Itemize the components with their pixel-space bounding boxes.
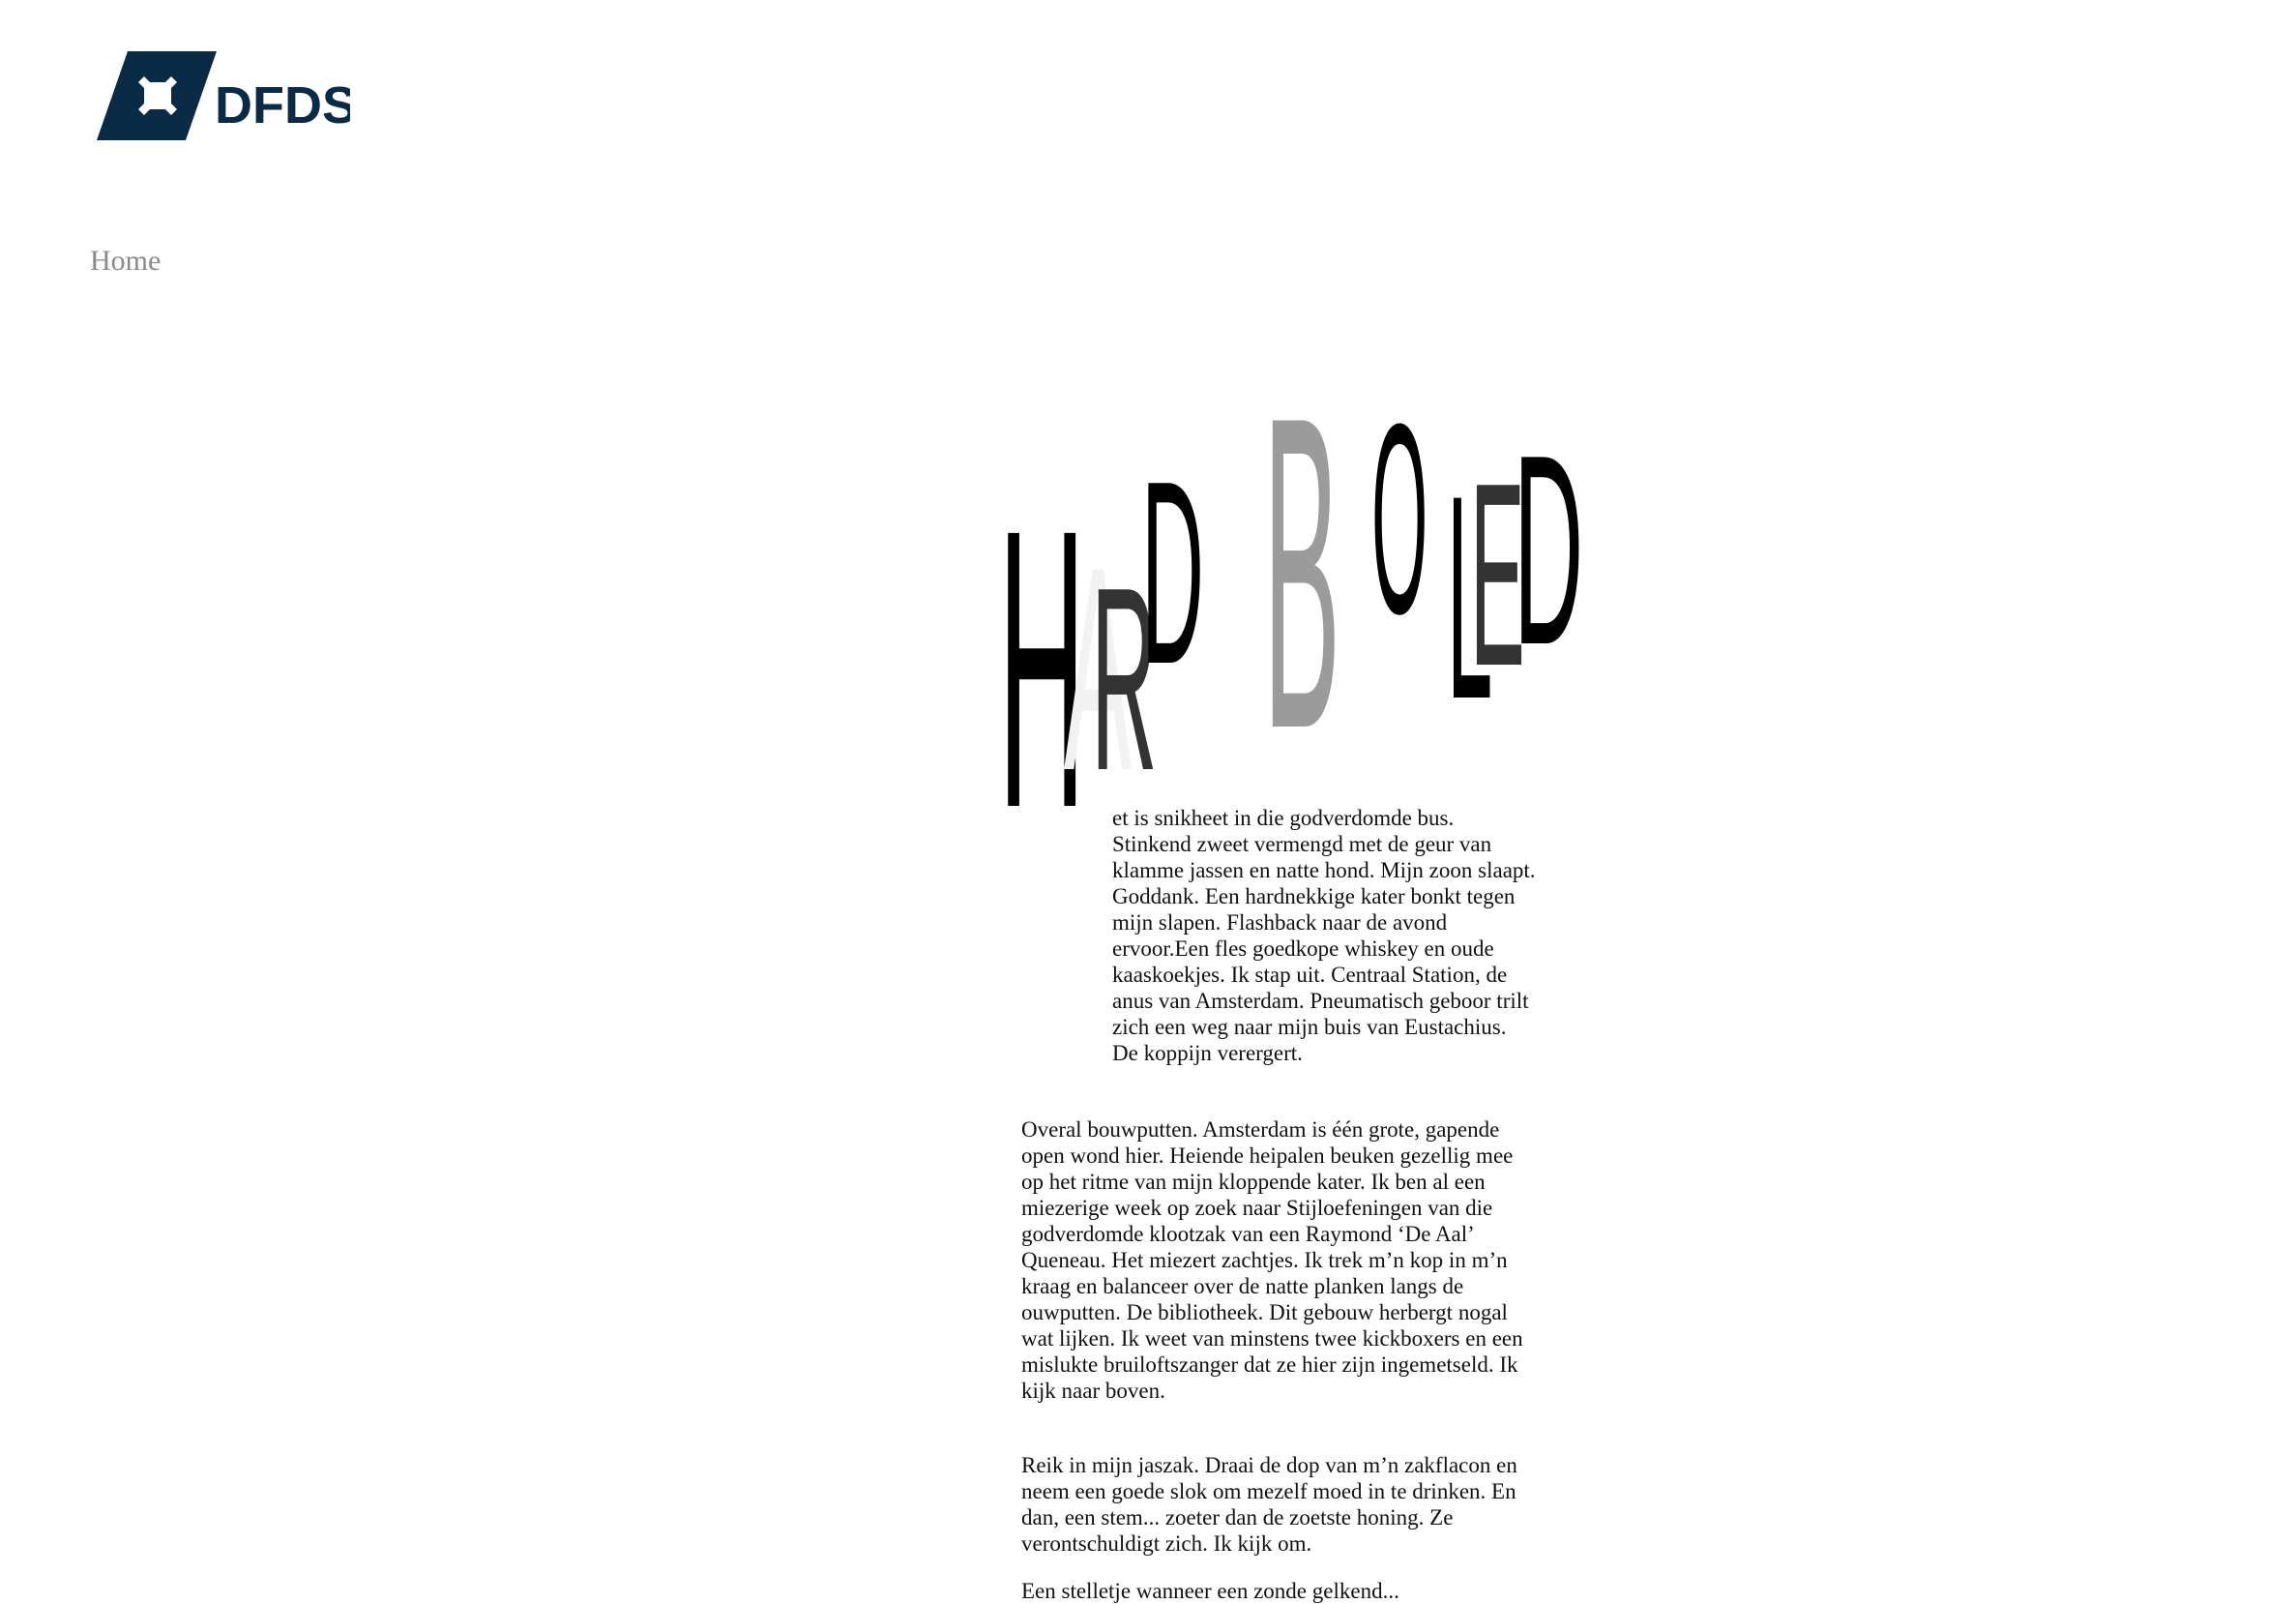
home-link[interactable]: Home <box>90 245 161 278</box>
story-paragraph-1: et is snikheet in die godverdomde bus. S… <box>1112 806 1536 1065</box>
story-paragraph-3: Reik in mijn jaszak. Draai de dop van m’… <box>1021 1453 1517 1556</box>
logo-cross-icon <box>138 76 177 115</box>
title-letter-o: O <box>1371 382 1428 670</box>
logo-wordmark: DFDS <box>215 76 350 134</box>
title-artwork: H A R D B O L E D <box>1006 382 1583 817</box>
story-paragraph-2: Overal bouwputten. Amsterdam is één grot… <box>1021 1117 1523 1403</box>
story-paragraph-4: Een stelletje wanneer een zonde gelkend.… <box>1021 1579 1399 1603</box>
title-letter-b: B <box>1263 382 1340 817</box>
dfds-logo[interactable]: DFDS <box>97 51 350 140</box>
title-letter-d2: D <box>1514 399 1583 701</box>
title-letter-d: D <box>1141 427 1204 719</box>
